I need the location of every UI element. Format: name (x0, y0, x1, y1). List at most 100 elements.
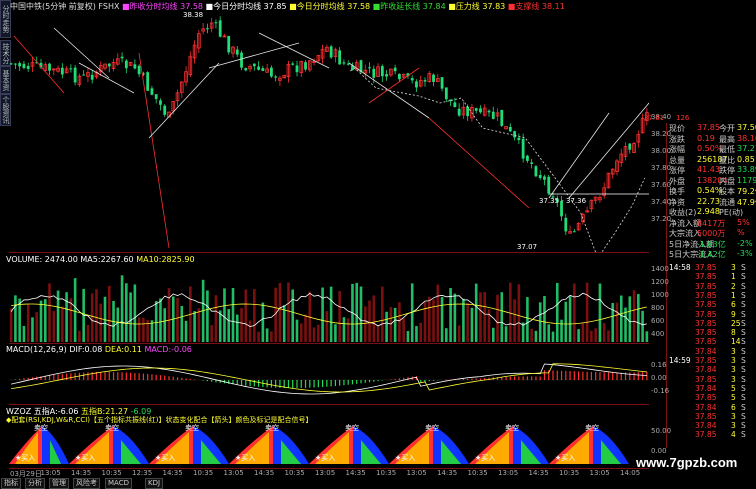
tick-d: S (741, 421, 746, 431)
candle-body (513, 131, 516, 138)
volume-bar (69, 298, 73, 342)
candle-body (572, 231, 576, 233)
volume-y-tick: 400 (651, 330, 665, 338)
volume-bar (517, 284, 521, 342)
volume-bar (163, 308, 167, 342)
tick-p: 37.85 (695, 263, 717, 272)
candle-body (261, 68, 265, 71)
quote-l2: 内盘 (719, 176, 735, 186)
candle-body (227, 36, 231, 53)
candle-body (240, 52, 243, 68)
volume-bar (287, 282, 290, 342)
tick-d: S (741, 337, 746, 347)
candle-body (235, 49, 239, 55)
bottom-tab-0[interactable]: 指标 (1, 478, 21, 489)
tick-p: 37.85 (695, 411, 717, 421)
candle-body (479, 108, 482, 113)
tick-list[interactable]: 14:58 37.85 3 S 37.85 1 S 37.85 2 S 37.85 1 S 37.85 6 S… (666, 258, 756, 448)
quote-v2: 117983 (737, 175, 756, 185)
quote-l1: 外盘 (669, 176, 685, 186)
candle-body (137, 65, 141, 75)
quote-v1: 2.948 (697, 207, 720, 216)
volume-bar (120, 275, 124, 342)
quote-row: 5日净流入额 -1.83亿 -2% (669, 239, 755, 250)
volume-bar (645, 331, 649, 342)
volume-bar (577, 329, 580, 342)
x-axis-tick: 13:05 (223, 469, 244, 477)
x-axis-tick: 14:35 (162, 469, 183, 477)
volume-bar (312, 327, 316, 342)
volume-bar (415, 326, 418, 342)
tick-v: 3 (731, 421, 736, 431)
bottom-tab-1[interactable]: 分析 (25, 478, 45, 489)
bottom-tab-5[interactable]: KDJ (145, 478, 164, 489)
macd-y-tick: 0.00 (651, 374, 667, 382)
candle-body (73, 67, 77, 83)
volume-bar (133, 284, 137, 342)
x-axis-tick: 13:05 (40, 469, 61, 477)
main-kline-chart[interactable] (9, 8, 649, 252)
x-axis-tick: 10:35 (101, 469, 122, 477)
volume-bar (231, 287, 235, 342)
tick-v: 14 (731, 337, 741, 347)
candle-body (146, 72, 150, 91)
candle-body (18, 63, 22, 67)
macd-chart[interactable] (9, 353, 649, 403)
quote-row: 涨停 41.43跌停33.89 (669, 165, 756, 176)
volume-bar (402, 318, 405, 342)
tick-d: S (741, 328, 746, 338)
range-label: 37.35 - 37.36 (539, 197, 587, 205)
quote-v2: -2% (737, 238, 753, 248)
volume-bar (385, 311, 388, 342)
quote-v1: 8417万 (697, 218, 726, 228)
quote-row: 总量 256187 量比 0.85 (669, 155, 755, 166)
quote-row: 涨幅0.50%最低37.21 (669, 144, 756, 155)
volume-bar (479, 292, 482, 342)
price-marker-count: 126 (676, 114, 690, 122)
volume-bar (223, 288, 226, 342)
x-axis-tick: 13:05 (315, 469, 336, 477)
x-axis-tick: 12:35 (132, 469, 153, 477)
candle-body (218, 20, 222, 37)
volume-bar (52, 311, 56, 342)
candle-body (453, 102, 457, 108)
quote-v2: 33.89 (737, 165, 756, 174)
wzoz-chart[interactable]: ★买入 卖空 ★买入 卖空 ★买入 卖空 ★买入 卖空 ★买入 卖空 ★买入 卖空 ★买入 卖空 ★买入 卖空 (9, 422, 649, 468)
volume-bar (265, 328, 269, 342)
volume-bar (282, 305, 286, 342)
tick-v: 3 (731, 263, 736, 272)
x-axis-tick: 14:35 (528, 469, 549, 477)
volume-bar (346, 318, 350, 342)
tick-v: 9 (731, 309, 736, 319)
candle-body (385, 74, 388, 77)
quote-l1: 现价 (669, 124, 685, 133)
bottom-tab-2[interactable]: 管理 (49, 478, 69, 489)
wzoz-y-tick: 50.00 (651, 427, 672, 435)
quote-v2: % (737, 228, 745, 237)
short-signal-label: 卖空 (265, 423, 279, 432)
volume-bar (581, 322, 585, 342)
bottom-tab-4[interactable]: MACD (105, 478, 132, 489)
bottom-tab-3[interactable]: 风险考 (73, 478, 100, 489)
tick-row: 37.85 4 S (669, 430, 755, 440)
candle-body (466, 106, 470, 117)
quote-v1: 41.43 (697, 165, 720, 174)
quote-panel: 现价 37.85今开37.50 涨跌 0.19 最高38.16涨幅0.50%最低37.2… (666, 123, 756, 259)
x-axis-tick: 10:35 (376, 469, 397, 477)
volume-bar (526, 297, 529, 342)
quote-l1: 涨跌 (669, 134, 685, 144)
quote-l1: 收益(2) (669, 208, 697, 217)
quote-l2: 最高 (719, 134, 735, 144)
volume-chart[interactable] (9, 262, 649, 342)
candle-body (291, 63, 295, 65)
volume-bar (602, 322, 606, 342)
volume-bar (95, 289, 98, 342)
volume-bar (534, 330, 538, 342)
candle-body (26, 65, 30, 69)
candle-body (274, 76, 278, 78)
volume-bar (125, 283, 128, 342)
candle-body (423, 80, 427, 82)
candle-body (154, 94, 158, 99)
tick-v: 1 (731, 272, 736, 282)
tick-p: 37.84 (695, 346, 717, 356)
